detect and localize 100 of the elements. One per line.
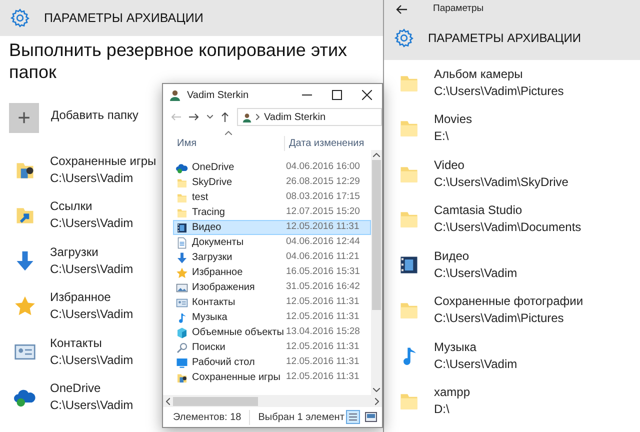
file-name: Tracing <box>192 206 225 220</box>
file-row[interactable]: Загрузки 04.06.2016 11:21 <box>173 250 371 265</box>
settings-icon <box>10 8 30 28</box>
file-name: Загрузки <box>192 251 232 265</box>
file-row[interactable]: Сохраненные игры 12.05.2016 11:31 <box>173 370 371 385</box>
folder-path: C:\Users\Vadim <box>50 306 134 324</box>
file-date: 04.06.2016 16:00 <box>286 160 360 174</box>
file-name: Объемные объекты <box>192 326 284 340</box>
file-name: Избранное <box>192 266 243 280</box>
file-name: Музыка <box>192 311 228 325</box>
vertical-scrollbar[interactable] <box>371 150 382 395</box>
add-folder-label: Добавить папку <box>51 107 138 124</box>
download-arrow-icon <box>14 250 36 272</box>
folder-path: C:\Users\Vadim\SkyDrive <box>434 174 568 191</box>
forward-arrow-icon[interactable] <box>189 113 199 121</box>
cloud-icon <box>176 162 188 174</box>
column-header[interactable]: Имя <box>163 136 284 151</box>
file-row[interactable]: Избранное 16.05.2016 15:31 <box>173 265 371 280</box>
folder-name: Video <box>434 156 466 174</box>
file-row[interactable]: Рабочий стол 12.05.2016 11:31 <box>173 355 371 370</box>
file-row[interactable]: Поиски 12.05.2016 11:31 <box>173 340 371 355</box>
folder-name: xampp <box>434 384 470 402</box>
file-row[interactable]: test 08.03.2016 17:15 <box>173 190 371 205</box>
file-name: Документы <box>192 236 244 250</box>
folder-icon <box>176 192 188 204</box>
film-icon <box>176 222 188 234</box>
up-arrow-icon[interactable] <box>221 112 229 122</box>
chevron-right-icon <box>256 114 260 120</box>
picture-icon <box>176 282 188 294</box>
folder-name: Сохраненные игры <box>50 152 156 170</box>
folder-path: C:\Users\Vadim <box>50 215 134 232</box>
user-icon <box>169 89 181 101</box>
file-date: 12.05.2016 11:31 <box>286 295 360 310</box>
folder-name: Видео <box>434 248 470 265</box>
horizontal-scrollbar[interactable] <box>163 395 382 407</box>
folder-name: Альбом камеры <box>434 66 524 83</box>
file-row[interactable]: OneDrive 04.06.2016 16:00 <box>173 160 371 175</box>
file-date: 12.05.2016 11:31 <box>286 370 360 384</box>
sort-caret-icon <box>225 131 232 135</box>
file-name: Контакты <box>192 296 236 310</box>
column-header[interactable]: Дата изменения <box>284 136 364 151</box>
folder-icon <box>176 206 188 218</box>
download-arrow-icon <box>176 252 188 264</box>
file-row[interactable]: Изображения 31.05.2016 16:42 <box>173 280 371 295</box>
user-icon <box>242 112 252 122</box>
file-date: 12.05.2016 11:31 <box>286 310 360 324</box>
file-row[interactable]: Музыка 12.05.2016 11:31 <box>173 310 371 325</box>
file-name: test <box>192 191 208 205</box>
scroll-up-icon[interactable] <box>373 153 380 157</box>
star-icon <box>14 295 36 318</box>
address-bar[interactable]: Vadim Sterkin <box>237 108 382 126</box>
dropdown-caret-icon[interactable] <box>207 115 213 119</box>
back-label: Параметры <box>433 2 484 16</box>
games-folder-icon <box>176 372 188 384</box>
file-name: Рабочий стол <box>192 356 255 370</box>
file-name: Видео <box>192 221 222 235</box>
file-date: 12.07.2015 15:20 <box>286 205 360 220</box>
folder-name: Контакты <box>50 334 103 352</box>
close-icon[interactable] <box>362 90 372 100</box>
file-date: 04.06.2016 11:21 <box>286 250 360 264</box>
file-row[interactable]: Контакты 12.05.2016 11:31 <box>173 295 371 310</box>
file-date: 16.05.2016 15:31 <box>286 265 360 280</box>
file-date: 26.08.2015 12:29 <box>286 175 360 190</box>
folder-path: E:\ <box>434 128 450 146</box>
scroll-thumb[interactable] <box>372 160 381 310</box>
back-arrow-icon[interactable] <box>396 4 407 14</box>
scroll-left-icon[interactable] <box>166 398 170 404</box>
window-title: Vadim Sterkin <box>187 88 250 102</box>
folder-name: Ссылки <box>50 198 94 216</box>
status-item-count: Элементов: 18 <box>173 410 250 424</box>
contact-card-icon <box>176 296 188 308</box>
star-icon <box>176 266 188 278</box>
folder-name: Camtasia Studio <box>434 202 524 220</box>
file-name: Поиски <box>192 341 226 355</box>
details-view-icon[interactable] <box>346 410 360 424</box>
breadcrumb[interactable]: Vadim Sterkin <box>264 110 326 124</box>
file-date: 08.03.2016 17:15 <box>286 190 360 204</box>
folder-name: Избранное <box>50 289 112 306</box>
file-date: 13.04.2016 15:28 <box>286 325 360 340</box>
folder-path: C:\Users\Vadim\Pictures <box>434 310 565 328</box>
folder-path: C:\Users\Vadim <box>434 356 518 373</box>
file-row[interactable]: Tracing 12.07.2015 15:20 <box>173 205 371 220</box>
scroll-down-icon[interactable] <box>373 388 380 392</box>
folder-path: C:\Users\Vadim <box>434 264 518 282</box>
file-row[interactable]: Видео 12.05.2016 11:31 <box>173 220 371 235</box>
folder-path: C:\Users\Vadim <box>50 352 134 369</box>
file-row[interactable]: SkyDrive 26.08.2015 12:29 <box>173 175 371 190</box>
folder-path: C:\Users\Vadim <box>50 170 134 187</box>
large-icons-view-icon[interactable] <box>365 412 377 422</box>
scroll-thumb[interactable] <box>173 396 258 406</box>
file-row[interactable]: Документы 04.06.2016 12:44 <box>173 235 371 250</box>
maximize-icon[interactable] <box>332 90 342 100</box>
file-name: OneDrive <box>192 161 234 175</box>
scroll-right-icon[interactable] <box>375 398 379 404</box>
file-name: Изображения <box>192 281 255 295</box>
add-folder-button[interactable]: + <box>9 103 39 133</box>
settings-icon <box>394 28 414 48</box>
monitor-icon <box>176 356 188 368</box>
file-row[interactable]: Объемные объекты 13.04.2016 15:28 <box>173 325 371 340</box>
cube-icon <box>176 326 188 338</box>
